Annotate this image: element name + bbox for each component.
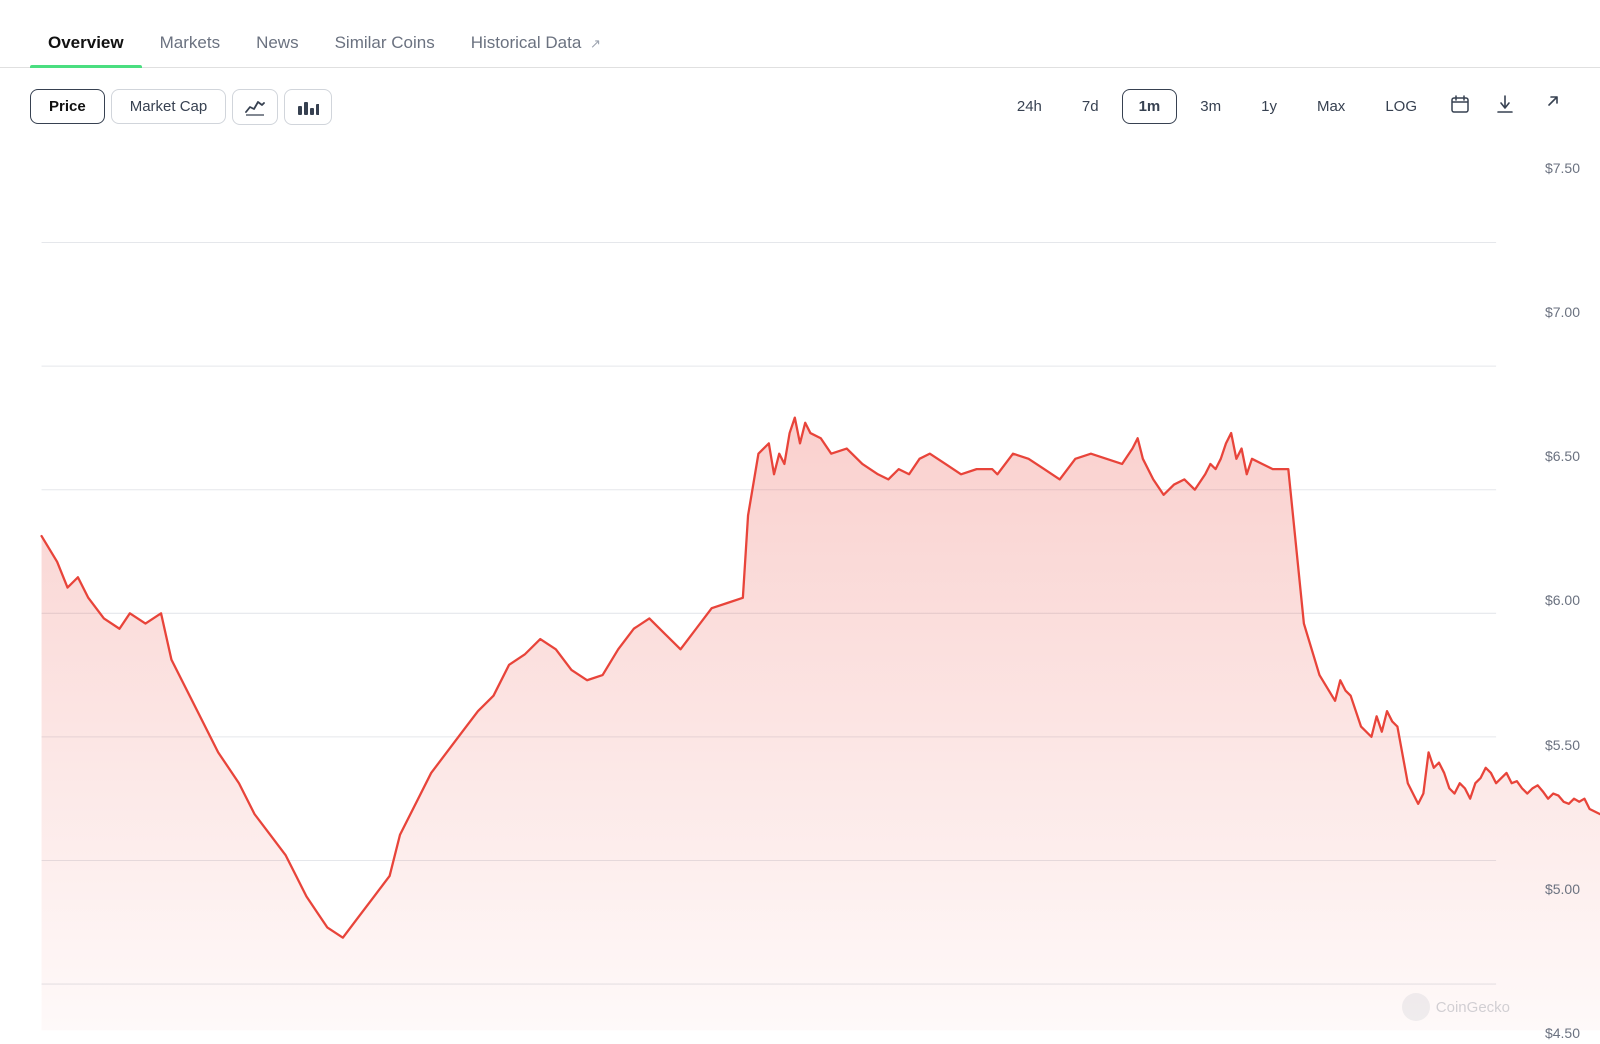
line-chart-icon <box>245 98 265 116</box>
metric-button-group: Price Market Cap <box>30 89 332 125</box>
price-chart <box>0 155 1600 1044</box>
time-button-group: 24h 7d 1m 3m 1y Max LOG <box>1000 86 1570 127</box>
download-icon <box>1497 95 1513 113</box>
market-cap-button[interactable]: Market Cap <box>111 89 227 124</box>
line-chart-button[interactable] <box>232 89 278 125</box>
time-7d-button[interactable]: 7d <box>1065 89 1116 124</box>
tab-news[interactable]: News <box>238 19 317 67</box>
price-button[interactable]: Price <box>30 89 105 124</box>
time-24h-button[interactable]: 24h <box>1000 89 1059 124</box>
calendar-button[interactable] <box>1440 86 1480 127</box>
time-3m-button[interactable]: 3m <box>1183 89 1238 124</box>
download-button[interactable] <box>1486 86 1524 127</box>
time-1y-button[interactable]: 1y <box>1244 89 1294 124</box>
bar-chart-icon <box>297 98 319 116</box>
tab-similar-coins[interactable]: Similar Coins <box>317 19 453 67</box>
toolbar: Price Market Cap 24h 7d 1m <box>0 68 1600 145</box>
time-max-button[interactable]: Max <box>1300 89 1362 124</box>
tab-historical-data[interactable]: Historical Data ↗ <box>453 19 619 67</box>
bar-chart-button[interactable] <box>284 89 332 125</box>
tab-bar: Overview Markets News Similar Coins Hist… <box>0 0 1600 68</box>
coingecko-logo <box>1402 993 1430 1021</box>
external-link-icon: ↗ <box>590 36 601 52</box>
tab-markets[interactable]: Markets <box>142 19 238 67</box>
coingecko-watermark: CoinGecko <box>1402 993 1510 1021</box>
expand-button[interactable] <box>1530 86 1570 127</box>
chart-area: $7.50 $7.00 $6.50 $6.00 $5.50 $5.00 $4.5… <box>0 145 1600 1044</box>
main-container: Overview Markets News Similar Coins Hist… <box>0 0 1600 1044</box>
watermark-text: CoinGecko <box>1436 999 1510 1016</box>
log-button[interactable]: LOG <box>1368 89 1434 124</box>
chart-fill <box>42 418 1600 1031</box>
time-1m-button[interactable]: 1m <box>1122 89 1178 124</box>
tab-overview[interactable]: Overview <box>30 19 142 67</box>
expand-icon <box>1541 95 1559 113</box>
calendar-icon <box>1451 95 1469 113</box>
